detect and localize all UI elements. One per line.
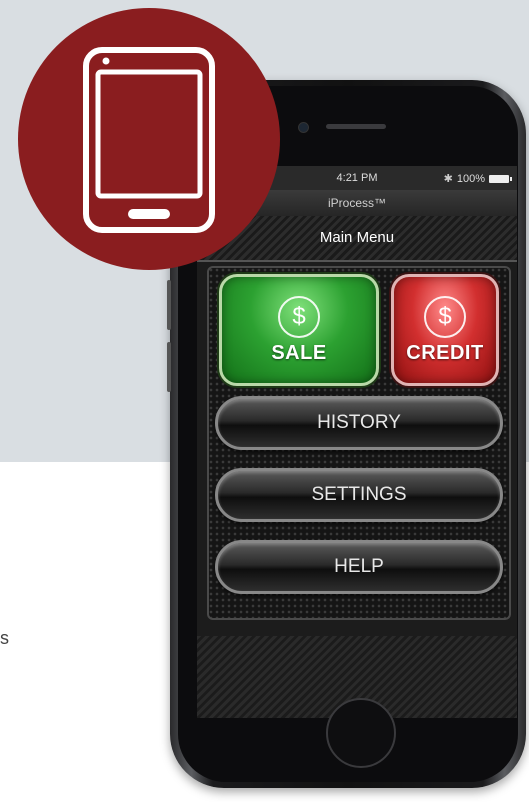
help-button[interactable]: HELP [215, 540, 503, 594]
dollar-icon: $ [424, 295, 466, 338]
phone-screen: 4:21 PM ✱ 100% iProcess™ Main Menu $ SAL… [197, 166, 517, 718]
home-button[interactable] [326, 698, 396, 768]
volume-down-button [167, 342, 171, 392]
device-badge [18, 8, 280, 270]
dollar-icon: $ [278, 295, 320, 338]
battery-icon [489, 174, 512, 183]
front-camera [298, 122, 309, 133]
history-button[interactable]: HISTORY [215, 396, 503, 450]
credit-button[interactable]: $ CREDIT [391, 274, 499, 386]
settings-button[interactable]: SETTINGS [215, 468, 503, 522]
bluetooth-icon: ✱ [443, 173, 453, 185]
sale-button[interactable]: $ SALE [219, 274, 379, 386]
cropped-text: s [0, 628, 9, 648]
main-menu-panel: $ SALE $ CREDIT HISTORY SETTINGS HELP [207, 266, 511, 620]
credit-button-label: CREDIT [406, 341, 484, 364]
battery-percent: 100% [456, 172, 485, 185]
status-battery: ✱ 100% [443, 172, 512, 185]
volume-up-button [167, 280, 171, 330]
sale-button-label: SALE [271, 341, 327, 364]
earpiece-speaker [326, 124, 386, 129]
tablet-icon [83, 47, 215, 233]
